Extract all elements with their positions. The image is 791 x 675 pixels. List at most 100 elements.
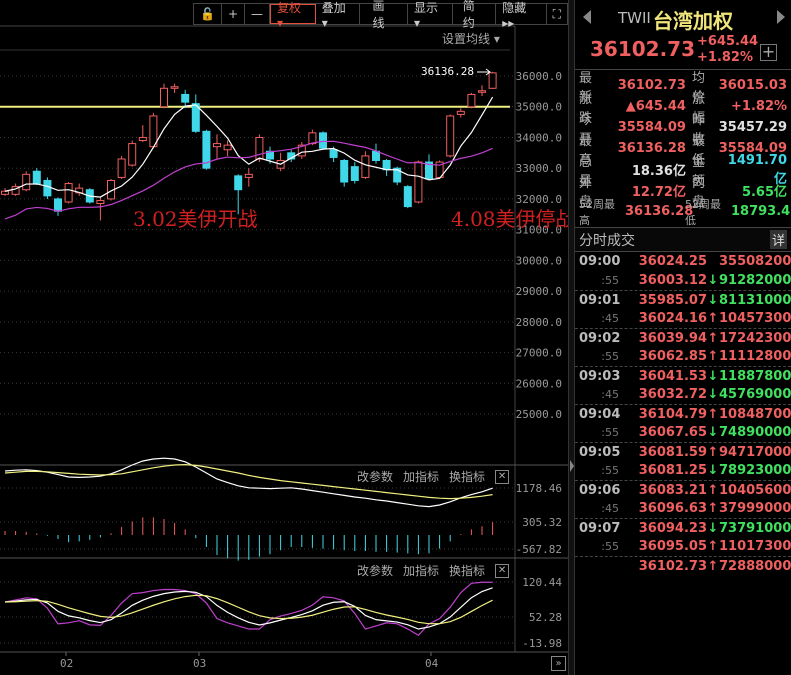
- candle: [276, 152, 285, 172]
- candle-body: [64, 183, 73, 203]
- candle: [287, 149, 296, 163]
- close-icon[interactable]: ✕: [495, 563, 510, 578]
- trade-price: 36081.25: [638, 463, 707, 478]
- fuquan-dropdown[interactable]: 复权 ▾: [270, 1, 316, 30]
- trade-volume: 94717000: [719, 444, 791, 460]
- trade-price: 36024.25: [638, 254, 707, 269]
- collapse-arrow-icon[interactable]: [570, 460, 574, 472]
- switch-indicator-button[interactable]: 换指标: [449, 562, 485, 579]
- quote-row: 总量 18.36亿 金额 1491.70亿: [575, 153, 791, 189]
- draw-line-button[interactable]: 画线: [360, 0, 408, 30]
- trade-volume: 355082000: [719, 254, 791, 269]
- add-indicator-button[interactable]: 加指标: [403, 468, 439, 485]
- candle-body: [467, 93, 476, 108]
- kdj-j-line: [4, 581, 493, 637]
- candle-body: [54, 198, 62, 212]
- panel-splitter[interactable]: [568, 0, 575, 675]
- trade-row: :55 36081.25 ↓ 78923000: [575, 461, 791, 480]
- trade-volume: 172423000: [719, 330, 791, 346]
- candle-body: [361, 155, 370, 178]
- down-arrow-icon: ↓: [707, 463, 719, 478]
- price-change: +645.44 +1.82%: [697, 34, 758, 66]
- quote-row: 今开 35584.09 昨收 35457.29: [575, 113, 791, 147]
- candle-body: [308, 132, 317, 145]
- candle-body: [213, 143, 221, 148]
- kline-panel: 36000.0 35000.0 34000.0 33000.0 32000.0 31000…: [0, 0, 568, 675]
- candle: [54, 197, 62, 216]
- close-icon[interactable]: ✕: [495, 469, 510, 484]
- ma-settings-dropdown[interactable]: 设置均线 ▾: [442, 30, 500, 47]
- candle: [488, 71, 497, 89]
- trade-volume: 111128000: [719, 349, 791, 364]
- quote-row: 52周最高 36136.2852周最低 18793.43: [575, 198, 791, 227]
- trade-row: 09:03 36041.53↓118878000: [575, 366, 791, 385]
- trade-volume: 104056000: [719, 482, 791, 498]
- trade-volume: 104573000: [719, 311, 791, 326]
- candle-body: [319, 132, 327, 149]
- trade-volume: 78923000: [719, 463, 791, 478]
- candle: [22, 171, 31, 192]
- y-tick-label: 29000.0: [516, 285, 562, 298]
- down-arrow-icon: ↓: [707, 292, 719, 308]
- trade-price: 36041.53: [638, 368, 707, 384]
- candle: [160, 83, 168, 109]
- y-tick-label: 35000.0: [516, 101, 562, 114]
- quote-row: 最新 36102.73 均价 36015.03: [575, 71, 791, 105]
- lock-button[interactable]: 🔓: [194, 4, 222, 24]
- overlay-dropdown[interactable]: 叠加 ▾: [316, 1, 361, 30]
- down-arrow-icon: ↓: [707, 273, 719, 288]
- hide-button[interactable]: 隐藏 ▸▸: [496, 1, 547, 30]
- trade-time: 09:04: [579, 406, 621, 422]
- simple-mode-button[interactable]: 简约: [453, 0, 497, 30]
- kdj-tick-label: 120.44: [522, 576, 562, 589]
- quote-value: 36136.28: [617, 141, 686, 156]
- down-arrow-icon: ↓: [707, 425, 719, 440]
- detail-button[interactable]: 详: [769, 230, 787, 249]
- trade-time: 09:01: [579, 292, 621, 308]
- fullscreen-icon[interactable]: ⛶: [547, 4, 567, 24]
- trade-row: 09:06 36083.21↑104056000: [575, 480, 791, 499]
- candle-body: [22, 173, 31, 191]
- down-arrow-icon: ↓: [707, 368, 719, 384]
- add-indicator-button[interactable]: 加指标: [403, 562, 439, 579]
- add-watchlist-button[interactable]: +: [760, 44, 777, 61]
- trades-header: 分时成交 详: [575, 228, 791, 252]
- trade-time: 09:06: [579, 482, 621, 498]
- zoom-in-button[interactable]: +: [222, 4, 246, 24]
- next-arrow-icon[interactable]: [777, 10, 785, 24]
- quote-table: 最新 36102.73 均价 36015.03 涨跌 ▲645.44 涨幅 +1.82% 今开 3…: [575, 70, 791, 228]
- up-arrow-icon: ↑: [707, 444, 719, 460]
- display-dropdown[interactable]: 显示 ▾: [408, 1, 453, 30]
- candle-body: [446, 115, 455, 157]
- scroll-right-icon[interactable]: »: [551, 656, 566, 671]
- trade-row: 09:04 36104.79↑108487000: [575, 404, 791, 423]
- candle-body: [414, 161, 423, 203]
- quote-value: 36136.28: [625, 204, 694, 219]
- y-tick-label: 25000.0: [516, 408, 562, 421]
- trade-price: 36003.12: [638, 273, 707, 288]
- trade-price: 36081.59: [638, 444, 707, 460]
- trade-row: 09:00 36024.25 355082000: [575, 252, 791, 271]
- zoom-out-button[interactable]: —: [245, 4, 271, 24]
- change-params-button[interactable]: 改参数: [357, 468, 393, 485]
- last-price: 36102.73: [590, 37, 696, 61]
- trade-volume: 45769000: [719, 387, 791, 402]
- candle-body: [350, 166, 359, 181]
- annotation-label: 4.08美伊停战: [451, 207, 568, 231]
- prev-arrow-icon[interactable]: [583, 10, 591, 24]
- x-tick-label: 04: [425, 657, 439, 670]
- trade-price: 36039.94: [638, 330, 707, 346]
- candle: [170, 83, 179, 93]
- quote-value: 35584.09: [617, 120, 686, 135]
- switch-indicator-button[interactable]: 换指标: [449, 468, 485, 485]
- change-params-button[interactable]: 改参数: [357, 562, 393, 579]
- candle: [244, 168, 253, 187]
- up-arrow-icon: ↑: [707, 349, 719, 364]
- trade-row: :45 36032.72 ↓ 45769000: [575, 385, 791, 404]
- trade-price: 36024.16: [638, 311, 707, 326]
- y-tick-label: 33000.0: [516, 162, 562, 175]
- candle: [372, 143, 380, 164]
- candle: [297, 142, 306, 159]
- candle: [425, 154, 433, 181]
- trade-row: :55 36062.85↑111128000: [575, 347, 791, 366]
